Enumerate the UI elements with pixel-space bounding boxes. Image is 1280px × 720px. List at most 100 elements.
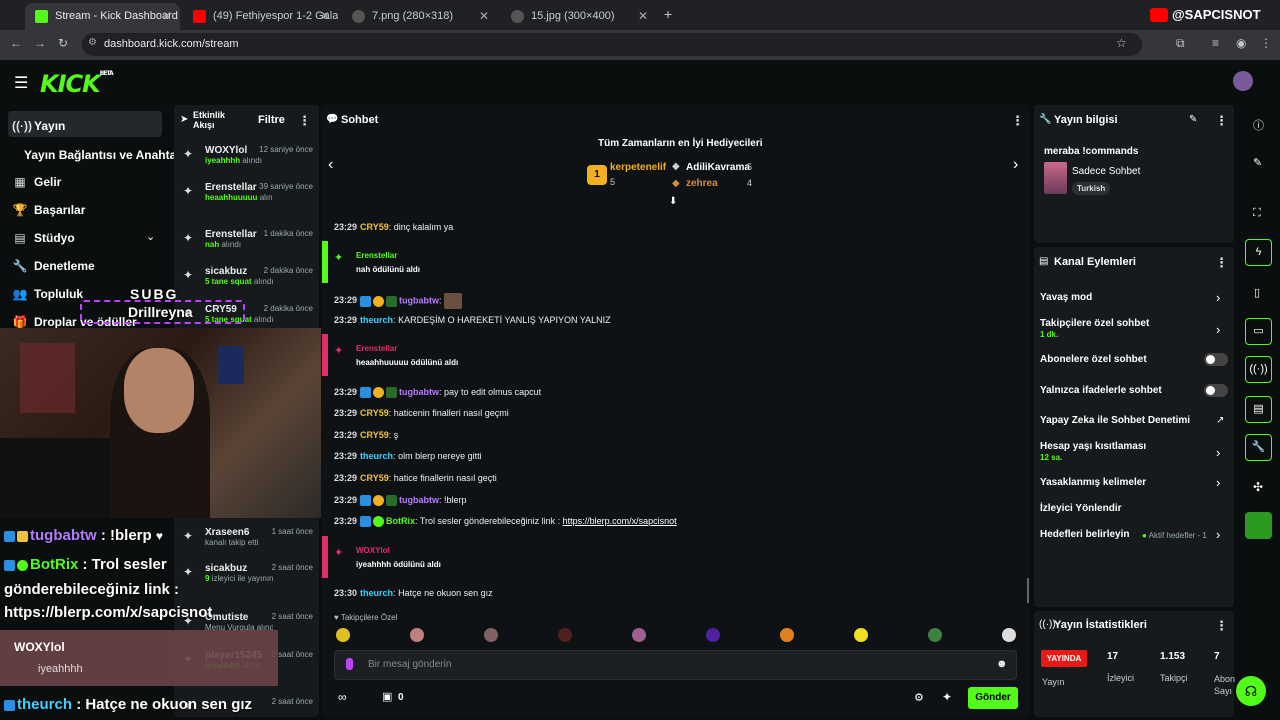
send-button[interactable]: Gönder bbox=[968, 687, 1018, 709]
sidebar-item-yayin[interactable]: ((·)) Yayın bbox=[12, 119, 65, 133]
document-icon[interactable]: ▯ bbox=[1254, 286, 1260, 299]
channel-action-item[interactable]: İzleyici Yönlendir bbox=[1040, 503, 1122, 514]
avatar[interactable] bbox=[1233, 71, 1253, 91]
channel-actions-menu-icon[interactable]: ⋮ bbox=[1215, 255, 1228, 271]
forward-icon[interactable]: → bbox=[34, 36, 46, 50]
activity-menu-icon[interactable]: ⋮ bbox=[298, 113, 311, 129]
rail-broadcast-button[interactable]: ((·)) bbox=[1245, 356, 1272, 383]
kick-logo[interactable]: KICKBETA bbox=[40, 70, 114, 98]
close-tab-icon[interactable]: ✕ bbox=[162, 3, 172, 29]
activity-user[interactable]: sicakbuz bbox=[183, 563, 263, 574]
chevron-right-icon[interactable]: › bbox=[1216, 445, 1220, 460]
sidebar-item-denetleme[interactable]: 🔧 Denetleme bbox=[12, 259, 95, 273]
external-link-icon[interactable]: ↗ bbox=[1216, 415, 1224, 426]
message-user[interactable]: tugbabtw bbox=[399, 295, 439, 305]
message-user[interactable]: theurch bbox=[360, 588, 393, 598]
activity-user[interactable]: Erenstellar bbox=[183, 229, 263, 240]
sidebar-item-basarilar[interactable]: 🏆 Başarılar bbox=[12, 203, 86, 217]
activity-user[interactable]: sicakbuz bbox=[183, 266, 263, 277]
close-tab-icon[interactable]: ✕ bbox=[479, 3, 489, 29]
stats-menu-icon[interactable]: ⋮ bbox=[1215, 618, 1228, 634]
chat-scrollbar[interactable] bbox=[1027, 578, 1029, 603]
emote[interactable] bbox=[854, 628, 868, 642]
extensions-icon[interactable]: ⧉ bbox=[1176, 36, 1185, 51]
tab-image-15[interactable]: 15.jpg (300×400) ✕ bbox=[501, 3, 656, 30]
message-user[interactable]: BotRix bbox=[386, 516, 415, 526]
emoji-icon[interactable]: ☻ bbox=[996, 658, 1008, 670]
message-user[interactable]: CRY59 bbox=[360, 430, 389, 440]
support-headset-icon[interactable]: ☊ bbox=[1236, 676, 1266, 706]
back-icon[interactable]: ← bbox=[10, 36, 22, 50]
emote[interactable] bbox=[928, 628, 942, 642]
edit-pencil-icon[interactable]: ✎ bbox=[1189, 114, 1197, 125]
info-icon[interactable]: ⓘ bbox=[1253, 117, 1264, 133]
expand-icon[interactable]: ⛶ bbox=[1253, 207, 1261, 220]
channel-action-item[interactable]: Hedefleri belirleyin bbox=[1040, 529, 1129, 540]
stream-info-menu-icon[interactable]: ⋮ bbox=[1215, 113, 1228, 129]
pin-icon[interactable]: ⬇ bbox=[669, 196, 677, 207]
address-bar[interactable]: ⚙ dashboard.kick.com/stream ☆ bbox=[82, 33, 1142, 56]
chevron-down-icon[interactable]: ⌄ bbox=[146, 230, 155, 243]
shop-icon[interactable]: ▣ bbox=[382, 690, 392, 703]
site-info-icon[interactable]: ⚙ bbox=[88, 37, 97, 48]
emote[interactable] bbox=[410, 628, 424, 642]
redeem-user[interactable]: Erenstellar bbox=[356, 251, 397, 260]
filter-button[interactable]: Filtre bbox=[258, 114, 285, 126]
message-link[interactable]: https://blerp.com/x/sapcisnot bbox=[563, 516, 677, 526]
new-tab-icon[interactable]: + bbox=[664, 6, 672, 22]
rail-app-button[interactable] bbox=[1245, 512, 1272, 539]
nodes-icon[interactable]: ✣ bbox=[1253, 480, 1263, 494]
tab-youtube[interactable]: (49) Fethiyespor 1-2 Galatasaray ✕ bbox=[183, 3, 338, 30]
message-user[interactable]: theurch bbox=[360, 451, 393, 461]
close-tab-icon[interactable]: ✕ bbox=[638, 3, 648, 29]
sidebar-item-gelir[interactable]: ▦ Gelir bbox=[12, 175, 61, 189]
channel-action-item[interactable]: Yapay Zeka ile Sohbet Denetimi bbox=[1040, 415, 1190, 426]
rail-chat-button[interactable]: ▭ bbox=[1245, 318, 1272, 345]
sidebar-item-stream-key[interactable]: Yayın Bağlantısı ve Anahtarı bbox=[24, 148, 184, 162]
chat-menu-icon[interactable]: ⋮ bbox=[1011, 113, 1024, 129]
rail-wrench-button[interactable]: 🔧 bbox=[1245, 434, 1272, 461]
rail-bolt-button[interactable]: ϟ bbox=[1245, 239, 1272, 266]
hamburger-menu-icon[interactable]: ☰ bbox=[14, 73, 28, 93]
arrow-right-icon[interactable]: ➤ bbox=[180, 114, 188, 125]
activity-user[interactable]: WOXYlol bbox=[183, 145, 263, 156]
bookmark-star-icon[interactable]: ☆ bbox=[1116, 36, 1127, 50]
settings-icon[interactable]: ⚙ bbox=[914, 691, 924, 704]
chevron-right-icon[interactable]: › bbox=[1013, 156, 1018, 174]
channel-action-item[interactable]: Yavaş mod bbox=[1040, 292, 1092, 303]
channel-action-item[interactable]: Yasaklanmış kelimeler bbox=[1040, 477, 1146, 488]
sidebar-item-studyo[interactable]: ▤ Stüdyo bbox=[12, 231, 74, 245]
toggle-switch[interactable] bbox=[1204, 384, 1228, 397]
chevron-left-icon[interactable]: ‹ bbox=[328, 156, 333, 174]
emote[interactable] bbox=[632, 628, 646, 642]
emote[interactable] bbox=[484, 628, 498, 642]
emote[interactable] bbox=[780, 628, 794, 642]
channel-action-item[interactable]: Abonelere özel sohbet bbox=[1040, 354, 1147, 365]
channel-action-item[interactable]: Hesap yaşı kısıtlaması bbox=[1040, 441, 1146, 452]
message-user[interactable]: CRY59 bbox=[360, 473, 389, 483]
emote[interactable] bbox=[1002, 628, 1016, 642]
message-user[interactable]: tugbabtw bbox=[399, 387, 439, 397]
edit-icon[interactable]: ✎ bbox=[1253, 156, 1262, 169]
rail-actions-button[interactable]: ▤ bbox=[1245, 396, 1272, 423]
emote[interactable] bbox=[558, 628, 572, 642]
activity-user[interactable]: Xraseen6 bbox=[183, 527, 263, 538]
tab-image-7[interactable]: 7.png (280×318) ✕ bbox=[342, 3, 497, 30]
chevron-right-icon[interactable]: › bbox=[1216, 475, 1220, 490]
toggle-switch[interactable] bbox=[1204, 353, 1228, 366]
points-icon[interactable]: ∞ bbox=[338, 690, 347, 704]
menu-kebab-icon[interactable]: ⋮ bbox=[1260, 36, 1272, 50]
emote[interactable] bbox=[706, 628, 720, 642]
message-user[interactable]: tugbabtw bbox=[399, 495, 439, 505]
tab-kick-dashboard[interactable]: Stream - Kick Dashboard ✕ bbox=[25, 3, 180, 30]
activity-user[interactable]: Erenstellar bbox=[183, 182, 263, 193]
message-user[interactable]: CRY59 bbox=[360, 408, 389, 418]
chevron-right-icon[interactable]: › bbox=[1216, 527, 1220, 542]
emote[interactable] bbox=[336, 628, 350, 642]
channel-action-item[interactable]: Takipçilere özel sohbet bbox=[1040, 318, 1149, 329]
close-tab-icon[interactable]: ✕ bbox=[320, 3, 330, 29]
redeem-user[interactable]: Erenstellar bbox=[356, 344, 397, 353]
channel-action-item[interactable]: Yalnızca ifadelerle sohbet bbox=[1040, 385, 1162, 396]
redeem-user[interactable]: WOXYlol bbox=[356, 546, 390, 555]
message-user[interactable]: CRY59 bbox=[360, 222, 389, 232]
